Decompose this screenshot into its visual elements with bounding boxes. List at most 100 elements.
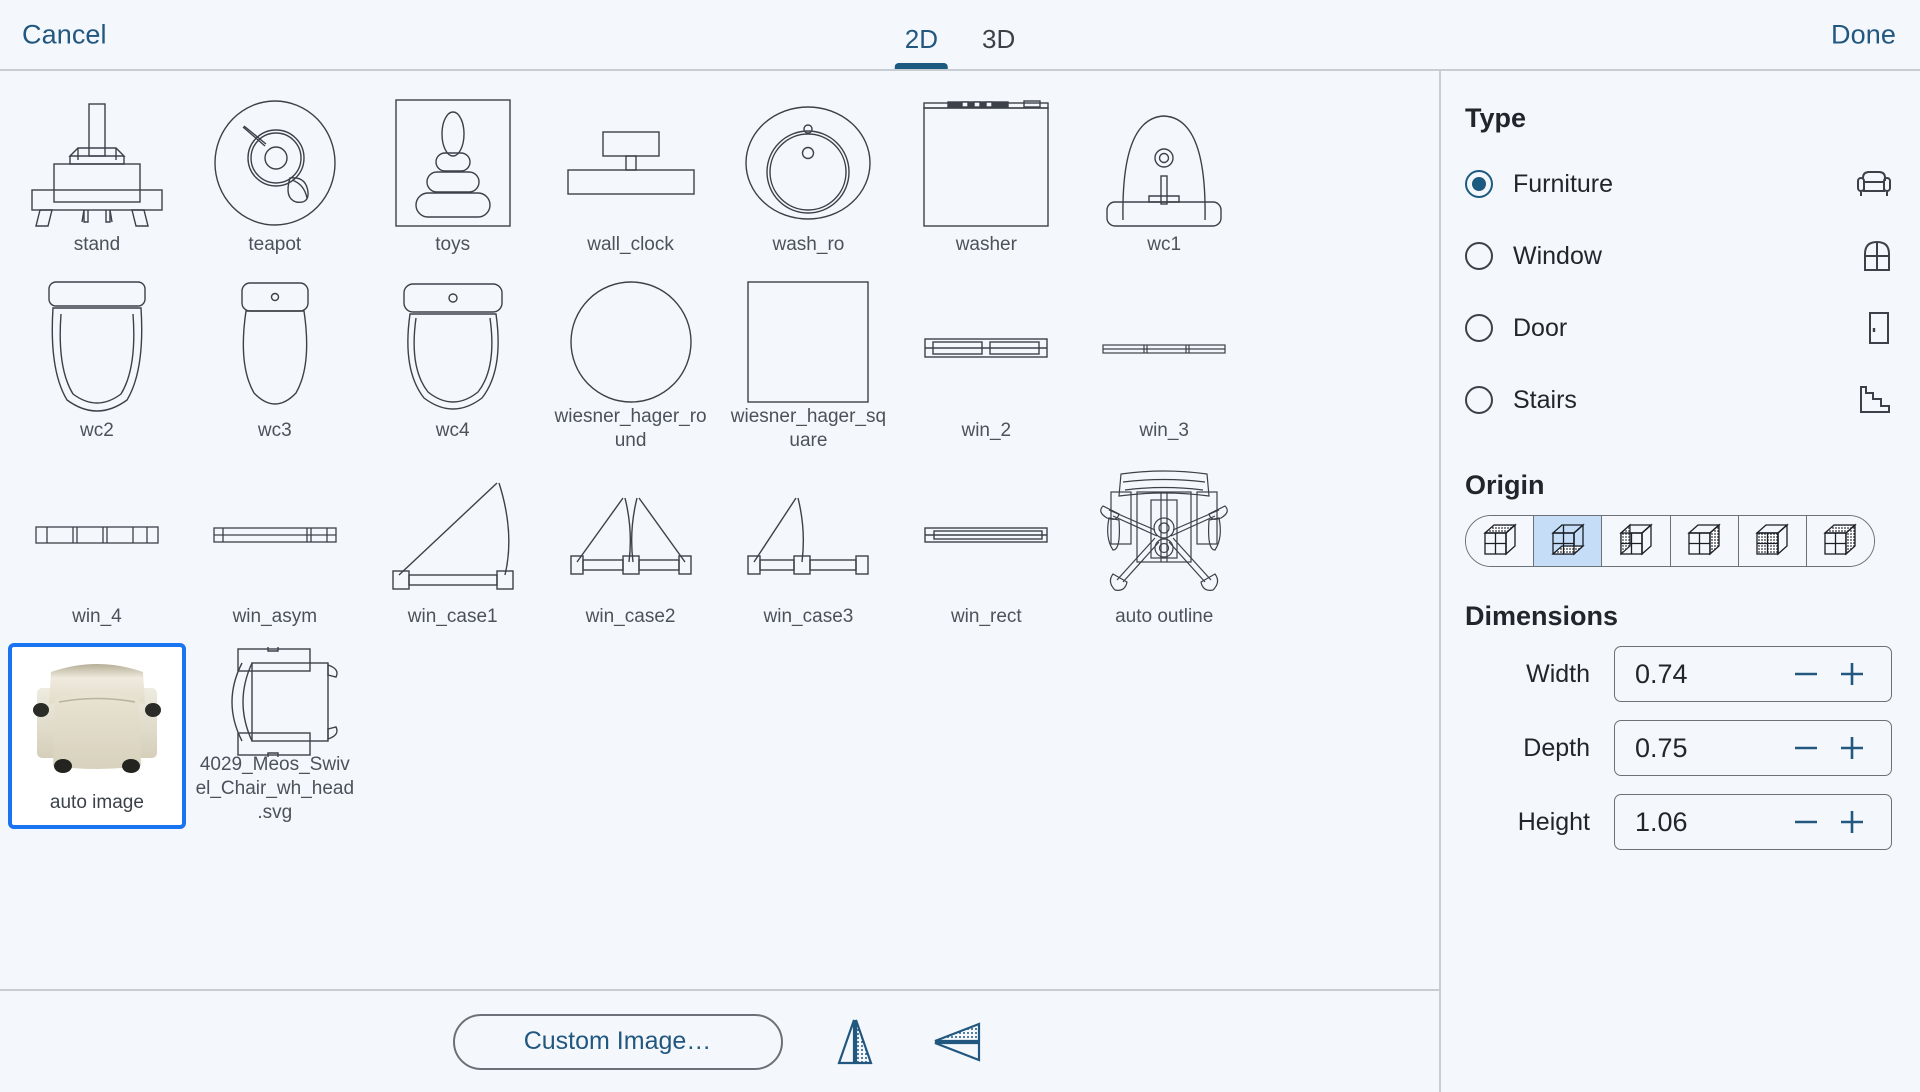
gallery-item-washer[interactable]: washer (897, 85, 1075, 271)
win_3-thumbnail (1079, 275, 1249, 423)
dimensions-section-title: Dimensions (1465, 601, 1619, 631)
gallery-item-label: win_case1 (407, 606, 498, 627)
gallery-item-label: wc1 (1147, 234, 1182, 255)
width-input[interactable] (1635, 658, 1783, 690)
depth-field[interactable] (1614, 720, 1892, 776)
radio-furniture[interactable] (1465, 170, 1493, 198)
stand-thumbnail (12, 89, 182, 237)
gallery-item-win-asym[interactable]: win_asym (186, 457, 364, 643)
gallery-item-win-4[interactable]: win_4 (8, 457, 186, 643)
origin-section-title: Origin (1465, 470, 1545, 500)
gallery-item-win-3[interactable]: win_3 (1075, 271, 1253, 457)
washer-thumbnail (901, 89, 1071, 237)
gallery-item-label: win_case3 (763, 606, 854, 627)
win_asym-thumbnail (190, 461, 360, 609)
type-label-door: Door (1513, 313, 1568, 342)
gallery-item-4029-meos-swivel-chair-wh-head-svg[interactable]: 4029_Meos_Swivel_Chair_wh_head.svg (186, 643, 364, 829)
door-icon (1848, 311, 1892, 345)
type-label-window: Window (1513, 241, 1602, 270)
height-input[interactable] (1635, 806, 1783, 838)
wall_clock-thumbnail (546, 89, 716, 237)
depth-input[interactable] (1635, 732, 1783, 764)
origin-top-face[interactable] (1466, 516, 1535, 566)
gallery-item-wall-clock[interactable]: wall_clock (542, 85, 720, 271)
stairs-icon (1848, 385, 1892, 415)
gallery-item-label: wash_ro (772, 234, 845, 255)
type-option-window[interactable]: Window (1465, 220, 1892, 292)
swivel_chair-thumbnail (190, 647, 360, 757)
radio-window[interactable] (1465, 242, 1493, 270)
gallery-item-label: auto image (49, 792, 144, 813)
gallery-item-label: auto outline (1115, 606, 1214, 627)
gallery-item-auto-image[interactable]: auto image (8, 643, 186, 829)
square-thumbnail (724, 275, 894, 409)
depth-increment-button[interactable] (1829, 733, 1875, 763)
origin-right-face[interactable] (1670, 516, 1739, 566)
gallery-item-stand[interactable]: stand (8, 85, 186, 271)
width-field[interactable] (1614, 646, 1892, 702)
done-button[interactable]: Done (1831, 19, 1896, 50)
origin-back-face[interactable] (1806, 516, 1874, 566)
custom-image-button[interactable]: Custom Image… (452, 1013, 783, 1070)
toys-thumbnail (368, 89, 538, 237)
radio-door[interactable] (1465, 314, 1493, 342)
gallery-item-toys[interactable]: toys (364, 85, 542, 271)
flip-horizontal-icon[interactable] (829, 1013, 881, 1071)
gallery-column: stand teapot toys wall_clock wash_ro was… (0, 71, 1441, 1092)
gallery-item-win-2[interactable]: win_2 (897, 271, 1075, 457)
gallery-item-label: win_4 (72, 606, 122, 627)
gallery-item-label: wiesner_hager_square (730, 406, 887, 451)
depth-decrement-button[interactable] (1783, 733, 1829, 763)
gallery-item-wiesner-hager-square[interactable]: wiesner_hager_square (720, 271, 898, 457)
height-increment-button[interactable] (1829, 807, 1875, 837)
gallery-item-wc4[interactable]: wc4 (364, 271, 542, 457)
type-option-door[interactable]: Door (1465, 292, 1892, 364)
type-option-furniture[interactable]: Furniture (1465, 148, 1892, 220)
gallery-item-label: wc2 (80, 420, 114, 441)
type-label-stairs: Stairs (1513, 385, 1577, 414)
gallery-item-win-rect[interactable]: win_rect (897, 457, 1075, 643)
auto_outline-thumbnail (1079, 461, 1249, 609)
width-decrement-button[interactable] (1783, 659, 1829, 689)
flip-vertical-icon[interactable] (927, 1016, 987, 1068)
cancel-button[interactable]: Cancel (22, 19, 107, 50)
gallery-item-win-case1[interactable]: win_case1 (364, 457, 542, 643)
type-label-furniture: Furniture (1513, 169, 1614, 198)
origin-center[interactable] (1534, 516, 1603, 566)
dimension-row-width: Width (1465, 646, 1892, 702)
shape-gallery-scroll[interactable]: stand teapot toys wall_clock wash_ro was… (0, 71, 1439, 991)
wc1-thumbnail (1079, 89, 1249, 237)
win_4-thumbnail (12, 461, 182, 609)
top-bar: Cancel 2D 3D Done (0, 0, 1920, 71)
radio-stairs[interactable] (1465, 386, 1493, 414)
gallery-item-auto-outline[interactable]: auto outline (1075, 457, 1253, 643)
gallery-item-wash-ro[interactable]: wash_ro (720, 85, 898, 271)
tab-3d[interactable]: 3D (960, 24, 1037, 69)
armchair-icon (1848, 168, 1892, 200)
gallery-item-label: win_2 (961, 420, 1012, 441)
height-field[interactable] (1614, 794, 1892, 850)
empty-thumbnail (1257, 89, 1427, 237)
gallery-item-label: 4029_Meos_Swivel_Chair_wh_head.svg (195, 754, 355, 823)
shape-gallery-grid: stand teapot toys wall_clock wash_ro was… (8, 85, 1431, 829)
gallery-item-label: win_case2 (585, 606, 676, 627)
height-decrement-button[interactable] (1783, 807, 1829, 837)
gallery-item-win-case2[interactable]: win_case2 (542, 457, 720, 643)
gallery-item-wiesner-hager-round[interactable]: wiesner_hager_round (542, 271, 720, 457)
empty-thumbnail (1257, 461, 1427, 609)
height-label: Height (1517, 807, 1590, 836)
gallery-item-wc1[interactable]: wc1 (1075, 85, 1253, 271)
origin-left-face[interactable] (1602, 516, 1671, 566)
gallery-item-empty (1253, 85, 1431, 271)
width-increment-button[interactable] (1829, 659, 1875, 689)
type-option-stairs[interactable]: Stairs (1465, 364, 1892, 436)
origin-front-face[interactable] (1738, 516, 1807, 566)
gallery-item-teapot[interactable]: teapot (186, 85, 364, 271)
gallery-item-label: win_rect (950, 606, 1022, 627)
gallery-item-label: wall_clock (587, 234, 674, 255)
tab-2d[interactable]: 2D (883, 24, 960, 69)
gallery-item-label: washer (955, 234, 1017, 255)
gallery-item-wc2[interactable]: wc2 (8, 271, 186, 457)
gallery-item-win-case3[interactable]: win_case3 (720, 457, 898, 643)
gallery-item-wc3[interactable]: wc3 (186, 271, 364, 457)
